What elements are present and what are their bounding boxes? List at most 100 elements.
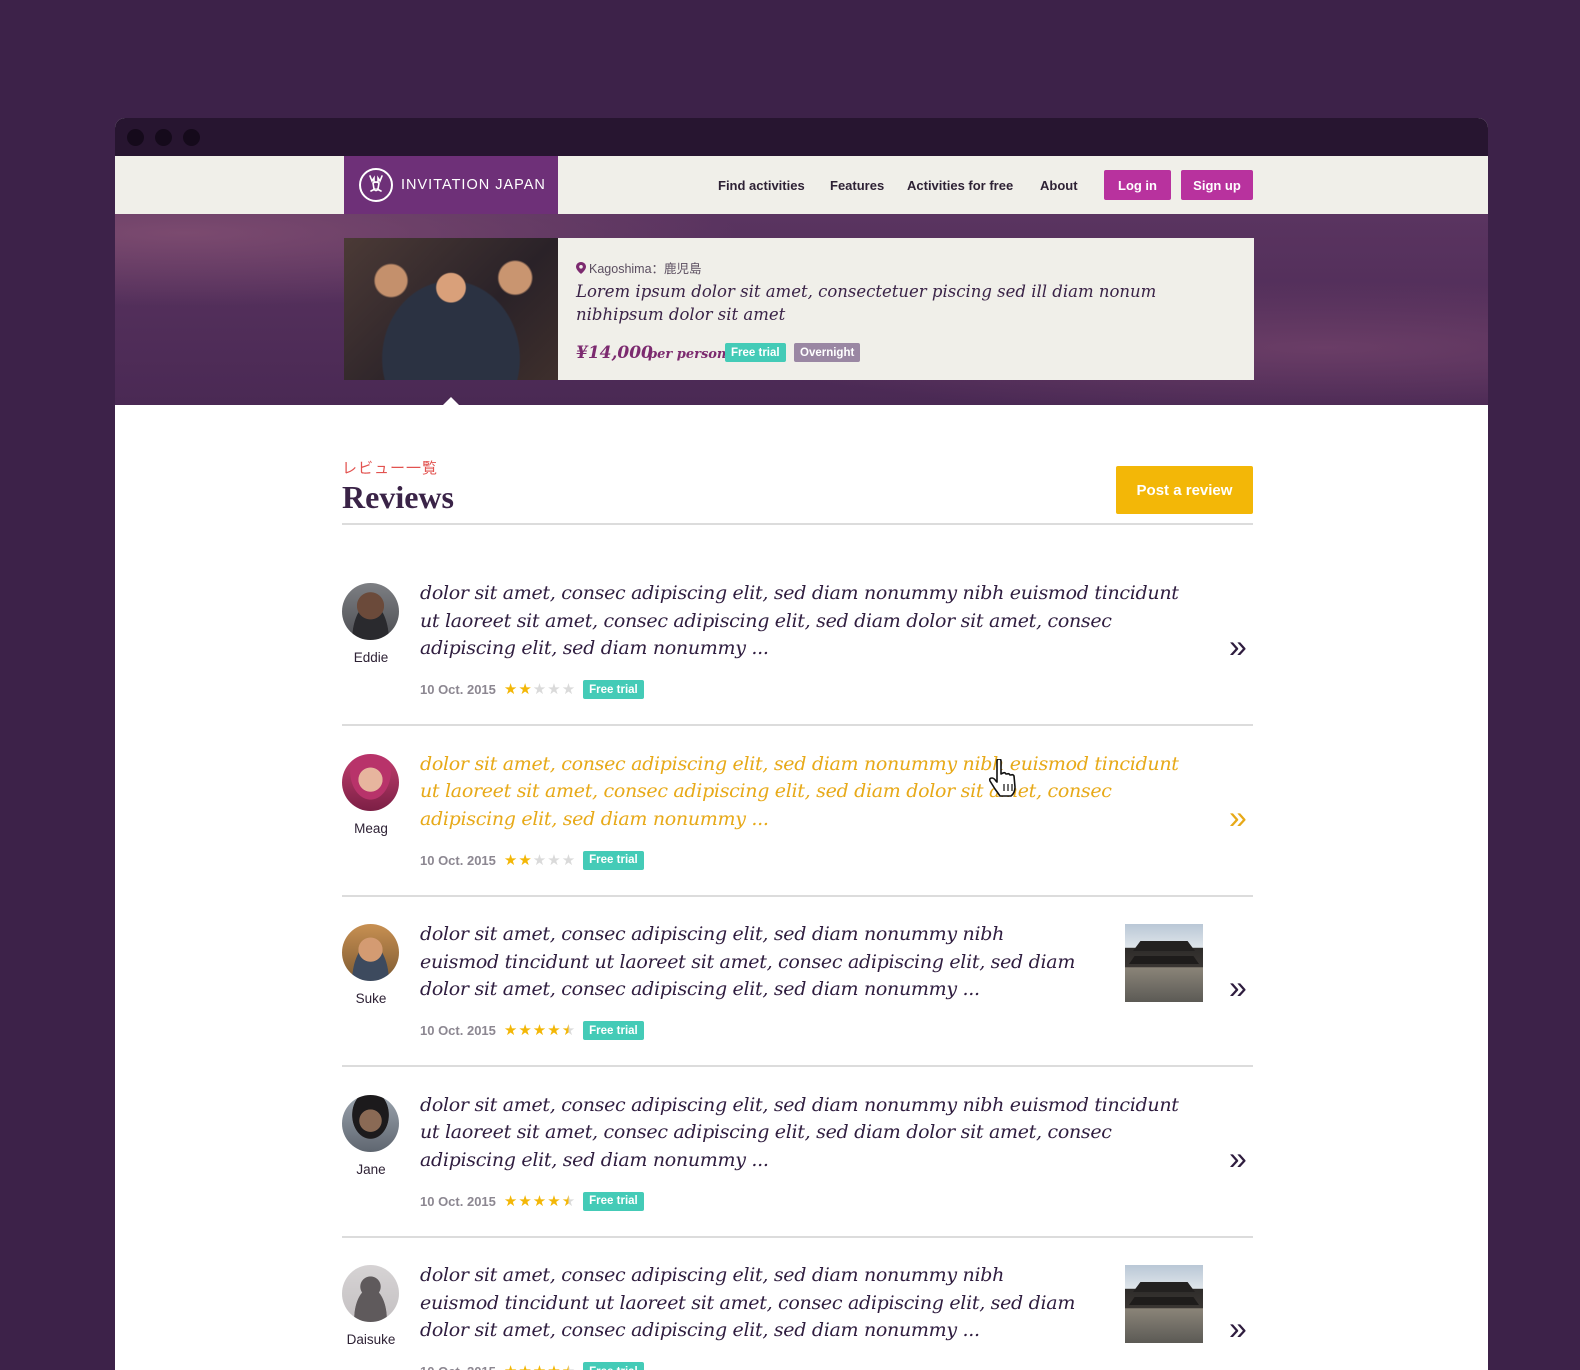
review-meta: 10 Oct. 2015★★★★★Free trial xyxy=(420,680,644,699)
hand-pointer-icon xyxy=(988,759,1016,797)
double-chevron-right-icon[interactable]: » xyxy=(1229,1142,1247,1174)
nav-features[interactable]: Features xyxy=(830,178,884,193)
login-button[interactable]: Log in xyxy=(1104,170,1171,200)
hero-caret xyxy=(443,397,459,405)
activity-location: Kagoshima：鹿児島 xyxy=(576,258,702,277)
review-tag-free-trial: Free trial xyxy=(583,1021,644,1040)
post-review-button[interactable]: Post a review xyxy=(1116,466,1253,514)
window-close-dot[interactable] xyxy=(127,129,144,146)
star-filled-icon: ★ xyxy=(547,1192,561,1210)
temple-roof-shape xyxy=(1133,941,1195,951)
nav-find-activities[interactable]: Find activities xyxy=(718,178,805,193)
star-empty-icon: ★ xyxy=(547,681,561,698)
star-half-icon: ★ xyxy=(561,1192,576,1210)
review-item[interactable]: Eddie dolor sit amet, consec adipiscing e… xyxy=(342,554,1253,724)
review-text-line: adipiscing elit, sed diam nonummy ... xyxy=(420,1148,769,1171)
review-item[interactable]: Meag dolor sit amet, consec adipiscing el… xyxy=(342,725,1253,895)
review-text-line: ut laoreet sit amet, consec adipiscing e… xyxy=(420,609,1112,632)
star-rating: ★★★★★ xyxy=(504,682,575,697)
star-filled-icon: ★ xyxy=(518,1364,531,1370)
review-text-line: dolor sit amet, consec adipiscing elit, … xyxy=(420,1093,1179,1116)
review-text-line: ut laoreet sit amet, consec adipiscing e… xyxy=(420,1121,1112,1143)
review-text[interactable]: dolor sit amet, consec adipiscing elit, … xyxy=(420,751,1179,834)
avatar[interactable] xyxy=(342,924,399,981)
review-text-line: dolor sit amet, consec adipiscing elit, … xyxy=(420,1319,980,1341)
review-author[interactable]: Daisuke xyxy=(342,1332,400,1347)
site-navbar: INVITATION JAPAN Find activities Feature… xyxy=(115,156,1488,214)
temple-roof-shape xyxy=(1129,1297,1199,1305)
nav-activities-for-free[interactable]: Activities for free xyxy=(907,178,1013,193)
star-filled-icon: ★ xyxy=(518,1192,532,1210)
star-filled-icon: ★ xyxy=(504,1364,517,1370)
temple-roof-shape xyxy=(1129,956,1199,964)
nav-about[interactable]: About xyxy=(1040,178,1078,193)
star-empty-icon: ★ xyxy=(532,681,547,698)
brand-name: INVITATION JAPAN xyxy=(401,177,546,193)
review-photo-thumbnail[interactable] xyxy=(1125,924,1203,1002)
deer-icon xyxy=(359,168,393,202)
avatar[interactable] xyxy=(342,583,399,640)
tag-free-trial: Free trial xyxy=(725,343,786,362)
window-zoom-dot[interactable] xyxy=(183,129,200,146)
star-filled-icon: ★ xyxy=(503,851,518,869)
review-author[interactable]: Meag xyxy=(342,821,400,836)
review-date: 10 Oct. 2015 xyxy=(420,1023,496,1038)
review-item[interactable]: Suke dolor sit amet, consec adipiscing el… xyxy=(342,895,1253,1065)
star-rating: ★★★★★ xyxy=(504,853,575,868)
activity-card[interactable]: Kagoshima：鹿児島 Lorem ipsum dolor sit amet… xyxy=(344,238,1254,380)
review-meta: 10 Oct. 2015★★★★★Free trial xyxy=(420,1362,644,1370)
star-filled-icon: ★ xyxy=(547,1022,561,1039)
tag-overnight: Overnight xyxy=(794,343,861,362)
double-chevron-right-icon[interactable]: » xyxy=(1229,630,1247,662)
star-filled-icon: ★ xyxy=(518,681,532,698)
avatar[interactable] xyxy=(342,1265,399,1322)
review-author[interactable]: Suke xyxy=(342,991,400,1006)
review-item[interactable]: Jane dolor sit amet, consec adipiscing el… xyxy=(342,1066,1253,1236)
review-text-line: ut laoreet sit amet, consec adipiscing e… xyxy=(420,780,1112,802)
review-date: 10 Oct. 2015 xyxy=(420,1193,496,1209)
price-unit: per person xyxy=(648,347,727,362)
review-text[interactable]: dolor sit amet, consec adipiscing elit, … xyxy=(420,921,1075,1004)
review-text-line: euismod tincidunt ut laoreet sit amet, c… xyxy=(420,950,1076,973)
review-photo-thumbnail[interactable] xyxy=(1125,1265,1203,1343)
star-empty-icon: ★ xyxy=(532,851,547,869)
avatar[interactable] xyxy=(342,753,399,811)
star-filled-icon: ★ xyxy=(503,1022,518,1039)
double-chevron-right-icon[interactable]: » xyxy=(1229,801,1247,833)
star-filled-icon: ★ xyxy=(532,1192,547,1210)
activity-hero: Kagoshima：鹿児島 Lorem ipsum dolor sit amet… xyxy=(115,214,1488,405)
review-date: 10 Oct. 2015 xyxy=(420,852,496,868)
activity-price: ¥14,000 xyxy=(576,343,653,363)
star-rating: ★★★★★ xyxy=(504,1364,575,1370)
review-text-line: dolor sit amet, consec adipiscing elit, … xyxy=(420,923,1005,945)
star-filled-icon: ★ xyxy=(518,851,532,869)
window-titlebar xyxy=(115,118,1488,156)
window-minimize-dot[interactable] xyxy=(155,129,172,146)
activity-title[interactable]: Lorem ipsum dolor sit amet, consectetuer… xyxy=(576,280,1236,326)
brand-logo[interactable]: INVITATION JAPAN xyxy=(344,156,558,214)
review-date: 10 Oct. 2015 xyxy=(420,1364,496,1370)
star-rating: ★★★★★ xyxy=(504,1023,575,1038)
star-filled-icon: ★ xyxy=(518,1022,532,1039)
review-author[interactable]: Jane xyxy=(342,1162,400,1177)
review-text-line: adipiscing elit, sed diam nonummy ... xyxy=(420,807,769,830)
review-meta: 10 Oct. 2015 ★★★★★ Free trial xyxy=(420,1021,644,1040)
review-text-line: dolor sit amet, consec adipiscing elit, … xyxy=(420,752,1179,775)
review-item[interactable]: Daisuke dolor sit amet, consec adipiscing… xyxy=(342,1236,1253,1370)
double-chevron-right-icon[interactable]: » xyxy=(1229,971,1247,1003)
double-chevron-right-icon[interactable]: » xyxy=(1229,1312,1247,1344)
star-filled-icon: ★ xyxy=(503,681,518,698)
star-filled-icon: ★ xyxy=(532,1022,547,1039)
browser-window: INVITATION JAPAN Find activities Feature… xyxy=(115,118,1488,1370)
review-author[interactable]: Eddie xyxy=(342,650,400,665)
reviews-jp-heading: レビュー一覧 xyxy=(342,460,439,477)
review-text[interactable]: dolor sit amet, consec adipiscing elit, … xyxy=(420,1092,1179,1175)
signup-button[interactable]: Sign up xyxy=(1181,170,1253,200)
star-filled-icon: ★ xyxy=(547,1364,560,1370)
review-text[interactable]: dolor sit amet, consec adipiscing elit, … xyxy=(420,580,1179,663)
star-empty-icon: ★ xyxy=(547,851,561,869)
review-text[interactable]: dolor sit amet, consec adipiscing elit, … xyxy=(420,1262,1075,1345)
review-text-line: adipiscing elit, sed diam nonummy ... xyxy=(420,637,769,659)
avatar[interactable] xyxy=(342,1094,399,1152)
star-empty-icon: ★ xyxy=(561,681,576,698)
